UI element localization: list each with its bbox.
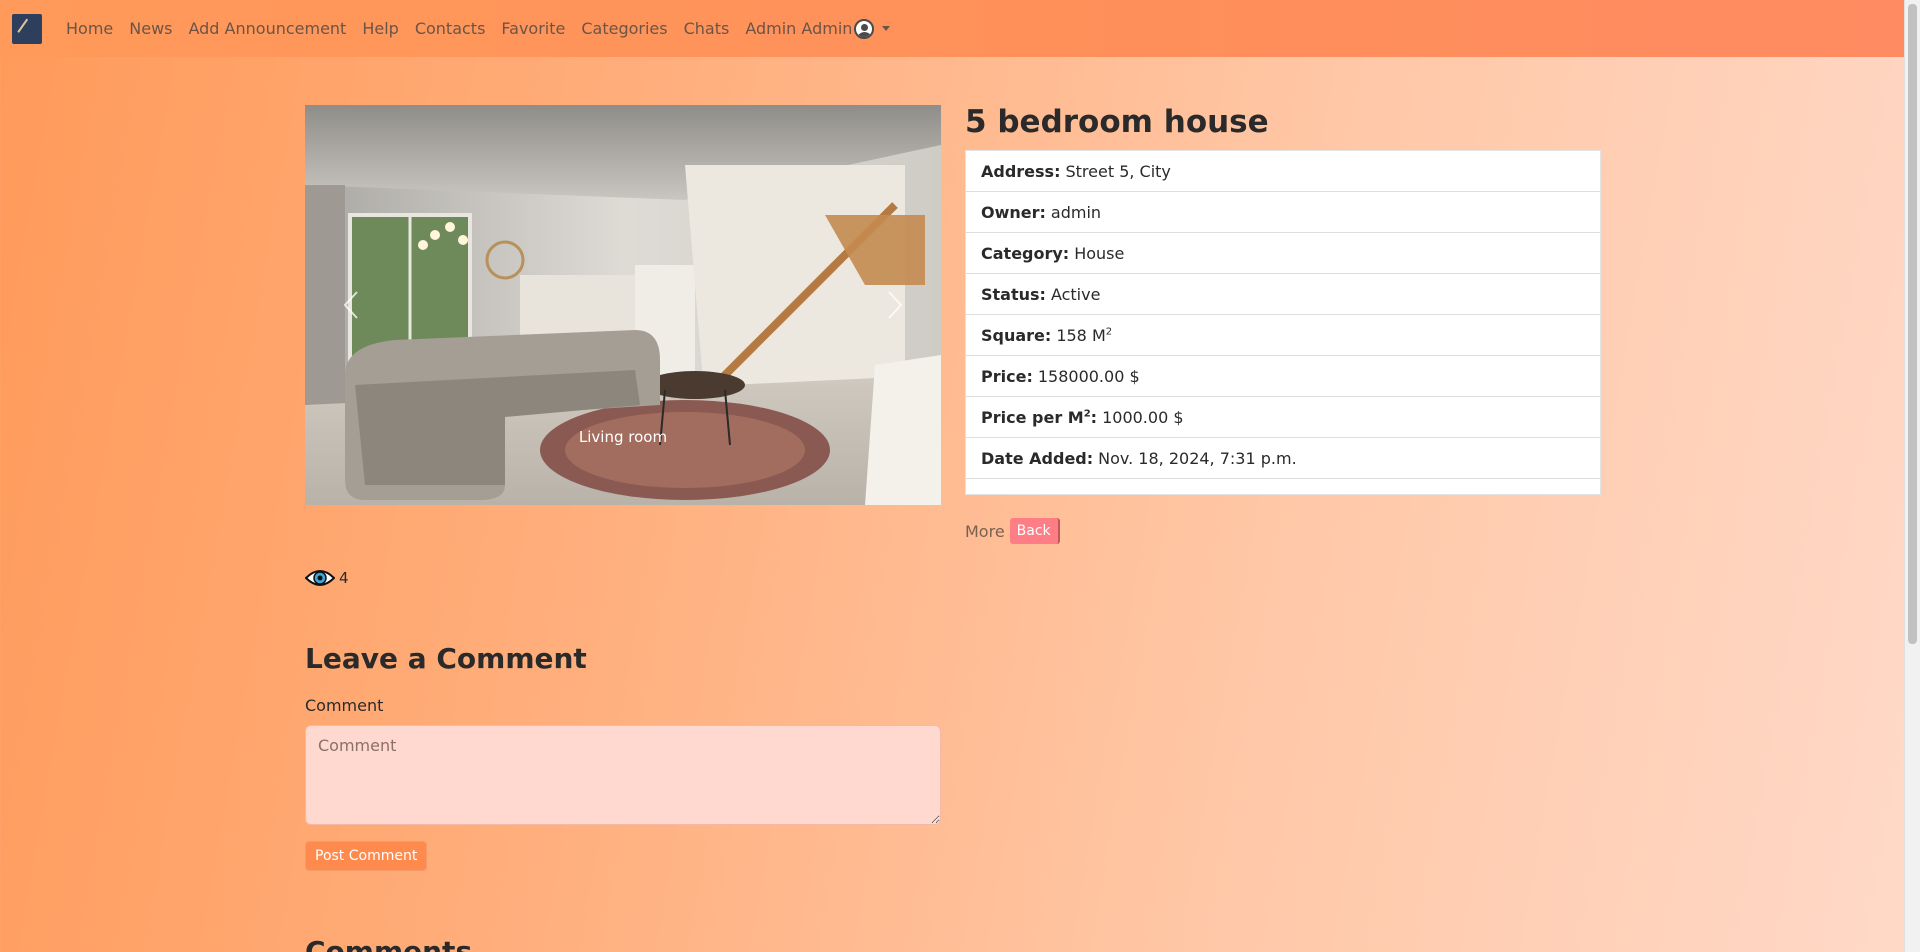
user-avatar-icon	[854, 18, 875, 39]
nav-categories[interactable]: Categories	[581, 19, 667, 38]
detail-date-added: Date Added: Nov. 18, 2024, 7:31 p.m.	[966, 438, 1600, 479]
post-comment-button[interactable]: Post Comment	[305, 841, 428, 871]
nav-contacts[interactable]: Contacts	[415, 19, 486, 38]
detail-value-text: 158 M	[1056, 325, 1106, 345]
detail-label: Category:	[981, 243, 1070, 263]
detail-label: Address:	[981, 161, 1061, 181]
detail-label: Status:	[981, 284, 1046, 304]
carousel-caption: Living room	[578, 428, 668, 446]
page-scrollbar[interactable]	[1904, 0, 1920, 952]
detail-value: Active	[1050, 284, 1101, 304]
detail-value: 158000.00 $	[1037, 366, 1140, 386]
view-count: 4	[305, 568, 349, 588]
detail-status: Status: Active	[966, 274, 1600, 315]
nav-news[interactable]: News	[129, 19, 172, 38]
detail-label: Owner:	[981, 202, 1046, 222]
user-name: Admin Admin	[745, 19, 853, 38]
detail-category: Category: House	[966, 233, 1600, 274]
nav-home[interactable]: Home	[66, 19, 113, 38]
brand-logo[interactable]	[12, 13, 42, 44]
chevron-right-icon	[888, 291, 903, 319]
detail-square: Square: 158 M2	[966, 315, 1600, 356]
user-menu[interactable]: Admin Admin	[745, 18, 891, 39]
detail-label: Date Added:	[981, 448, 1094, 468]
detail-label-text: Price per M	[981, 407, 1084, 427]
detail-label-colon: :	[1090, 407, 1098, 427]
navbar: Home News Add Announcement Help Contacts…	[0, 0, 1904, 57]
comment-label: Comment	[305, 696, 384, 715]
nav-favorite[interactable]: Favorite	[501, 19, 565, 38]
detail-value: 158 M2	[1056, 326, 1112, 345]
detail-value: admin	[1050, 202, 1102, 222]
detail-value: Street 5, City	[1065, 161, 1171, 181]
listing-details: Address: Street 5, City Owner: admin Cat…	[965, 150, 1601, 495]
detail-price-per-m2: Price per M2: 1000.00 $	[966, 397, 1600, 438]
carousel-next-button[interactable]	[885, 290, 905, 320]
view-count-value: 4	[339, 569, 349, 587]
detail-address: Address: Street 5, City	[966, 151, 1600, 192]
carousel-prev-button[interactable]	[341, 290, 361, 320]
dropdown-caret-icon	[882, 26, 891, 31]
nav-add-announcement[interactable]: Add Announcement	[188, 19, 346, 38]
detail-label: Price per M2:	[981, 408, 1097, 427]
detail-value: Nov. 18, 2024, 7:31 p.m.	[1098, 448, 1297, 468]
nav-help[interactable]: Help	[362, 19, 398, 38]
chevron-left-icon	[343, 291, 358, 319]
detail-value: 1000.00 $	[1102, 407, 1184, 427]
comments-heading: Comments	[305, 935, 473, 952]
more-label: More	[965, 521, 1005, 541]
feather-icon	[17, 18, 35, 37]
nav-chats[interactable]: Chats	[684, 19, 730, 38]
detail-label: Square:	[981, 325, 1052, 345]
detail-label: Price:	[981, 366, 1033, 386]
detail-price: Price: 158000.00 $	[966, 356, 1600, 397]
more-actions: More Back	[965, 518, 1060, 544]
back-button[interactable]: Back	[1009, 518, 1060, 544]
detail-owner: Owner: admin	[966, 192, 1600, 233]
scrollbar-thumb[interactable]	[1908, 4, 1917, 644]
detail-label-sup: 2	[1083, 408, 1091, 420]
comment-form-title: Leave a Comment	[305, 642, 587, 675]
comment-input[interactable]	[305, 725, 941, 825]
image-carousel: Living room	[305, 105, 941, 505]
detail-value-sup: 2	[1105, 326, 1113, 338]
eye-icon	[305, 570, 335, 586]
listing-title: 5 bedroom house	[965, 104, 1269, 140]
detail-value: House	[1074, 243, 1125, 263]
